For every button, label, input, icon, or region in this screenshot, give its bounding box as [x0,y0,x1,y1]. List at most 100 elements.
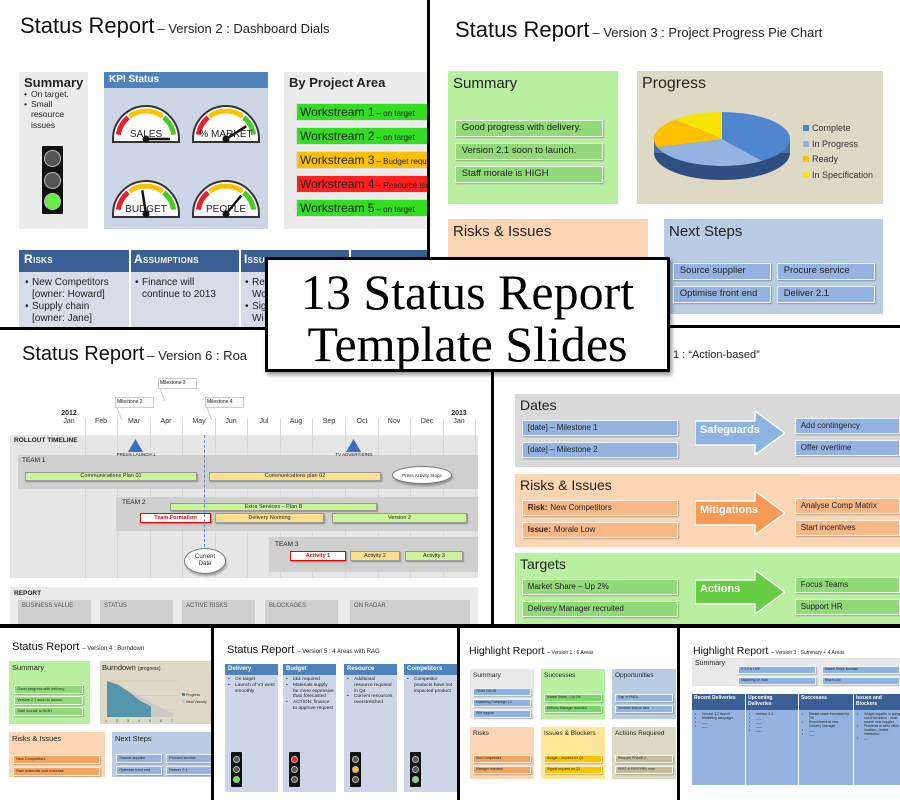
summary-item: Staff morale is HIGH [455,166,603,183]
highlight-item: RIM support [473,710,531,718]
month-label: Jan [63,418,75,425]
next-step-item: Optimise front end [116,766,162,775]
rollout-bar: Communications Plan 01 [25,472,197,481]
slide-title-sub: – Version 3 : Project Progress Pie Chart [592,25,823,40]
off-light [291,766,298,773]
month-label: Aug [289,418,303,425]
bullet-list: On targetLaunch of V3 went smoothly [228,677,276,694]
milestone-callout: Milestone 2 [115,397,154,408]
legend-swatch [182,693,185,696]
legend-entry: In Progress [803,139,893,151]
next-step-item: Optimise front end [673,286,771,303]
x-tick-label: 7 [171,719,173,723]
current-date-oval: Current Date [184,548,226,574]
year-label: 2013 [451,410,467,417]
area-column-header: Issues and Blockers [854,694,900,710]
action-arrow-label: Mitigations [700,504,759,516]
bullet-item: Current resources overstretched [347,694,395,706]
summary-item: Staff morale is HIGH [14,707,83,716]
workstream-row: Workstream 3– Budget require [296,151,430,169]
workstream-status: – Budget require [376,157,430,166]
burndown-sub: (progress) [137,666,161,672]
team-label: TEAM 2 [122,499,146,506]
bullet-item: Small resource issues [24,99,86,130]
amber-light [352,766,359,773]
rollout-bar: Delivery Norming [215,513,324,523]
highlight-area-heading: Opportunities [615,672,654,679]
risks-heading: Risks & Issues [12,734,62,743]
event-label: TV ADVERTISING [335,452,373,457]
summary-heading: Summary [12,663,45,672]
next-step-item: Source supplier [116,754,162,763]
bullet-list: Finance will continue to 2013 [135,277,233,301]
promo-title-line2: Template Slides [307,316,628,372]
burndown-heading: Burndown (progress) [102,663,161,672]
highlight-item: Innovate feature idea [615,705,673,713]
highlight-item: Marketing Campaign 1.2 [473,699,531,707]
slide-title: Status Report – Version 3 : Project Progr… [455,17,822,43]
action-output-item: Focus Teams [795,577,900,593]
item-label-bold: Issue: [527,525,551,534]
workstream-name: Workstream 3 [300,153,375,167]
event-label: PRESS LAUNCH 1 [116,452,156,457]
summary-item: V 3.2 is LIVE [738,666,816,674]
gauge-dial: SALES [110,95,182,147]
bullet-item: Market share increased by 2% [802,712,851,720]
report-column: BUSINESS VALUE [18,600,91,625]
off-light [291,776,298,784]
item-text: [date] – Milestone 1 [527,423,598,432]
bullet-list: On target.Small resource issues [24,89,86,130]
slide-title-sub: – Version 3 : Summary + 4 Areas [771,650,845,656]
slide-title-sub: – Version 6 : Roa [147,348,248,363]
highlight-area-heading: Issues & Blockers [544,730,596,737]
bullet-list: Market share increased by 2%Recruitment … [802,712,851,737]
summary-heading: Summary [24,75,84,90]
highlight-item: Manager recruited [473,766,531,774]
bullet-item: Supply chain [owner: Jane] [25,301,123,325]
action-input-item: Market Share – Up 2% [522,579,678,595]
slide-title-main: Highlight Report [469,645,545,657]
risks-heading: Risks & Issues [453,223,552,240]
month-label: Nov [387,418,401,425]
workstream-status: – on target [376,205,415,214]
off-light [352,755,359,763]
legend-entry: Complete [803,123,893,135]
off-light [44,150,61,168]
bullet-item: ___ [802,732,851,736]
workstream-status: – Resource issu [376,181,430,190]
team-label: TEAM 1 [22,457,46,464]
milestone-triangle-icon [128,439,143,452]
bullet-item: ACTION: finance to approve request [286,700,334,712]
bullet-item: Recruitment of new Delivery Manager [802,720,851,728]
month-label: Dec [420,418,434,425]
summary-item: Good progress with delivery. [455,120,603,137]
rollout-bar: Activity 3 [405,551,463,561]
gauge-label: PEOPLE [205,204,247,215]
summary-item: Risk is low [822,677,900,685]
slide-title-sub: – Version 2 : Dashboard Dials [157,21,330,36]
rollout-bar: Extra Services – Plan B [170,503,377,511]
gauge-dial: BUDGET [110,170,182,222]
highlight-item: Market Share – Up 2% [544,694,602,702]
x-tick-label: 1 [105,719,107,723]
month-label: Jul [259,418,269,425]
press-stops-oval: Press Activity Stops [392,466,452,484]
column-divider [129,250,131,330]
slide-title: Status Report – Version 2 : Dashboard Dia… [20,13,330,39]
bullet-item: Competitor products have not impacted pr… [407,677,455,694]
gauge-label: % MARKET [199,129,253,140]
slide-title: Status Report – Version 4 : Burndown [12,637,144,655]
year-label: 2012 [61,410,77,417]
workstream-name: Workstream 2 [300,129,375,143]
area-column-header: Recent Deliveries [692,694,745,710]
highlight-area-heading: Summary [473,672,501,679]
rollout-bar: Team Formation [140,513,211,523]
rollout-bar: Version 2 [332,513,467,523]
green-light [233,776,240,784]
legend-entry: Ideal Velocity [182,700,212,706]
month-label: Jun [225,418,237,425]
bullet-item: Launch of V3 went smoothly [228,683,276,695]
next-step-item: Procure service [777,263,875,280]
legend-label: Complete [812,123,851,133]
legend-swatch [803,125,809,131]
